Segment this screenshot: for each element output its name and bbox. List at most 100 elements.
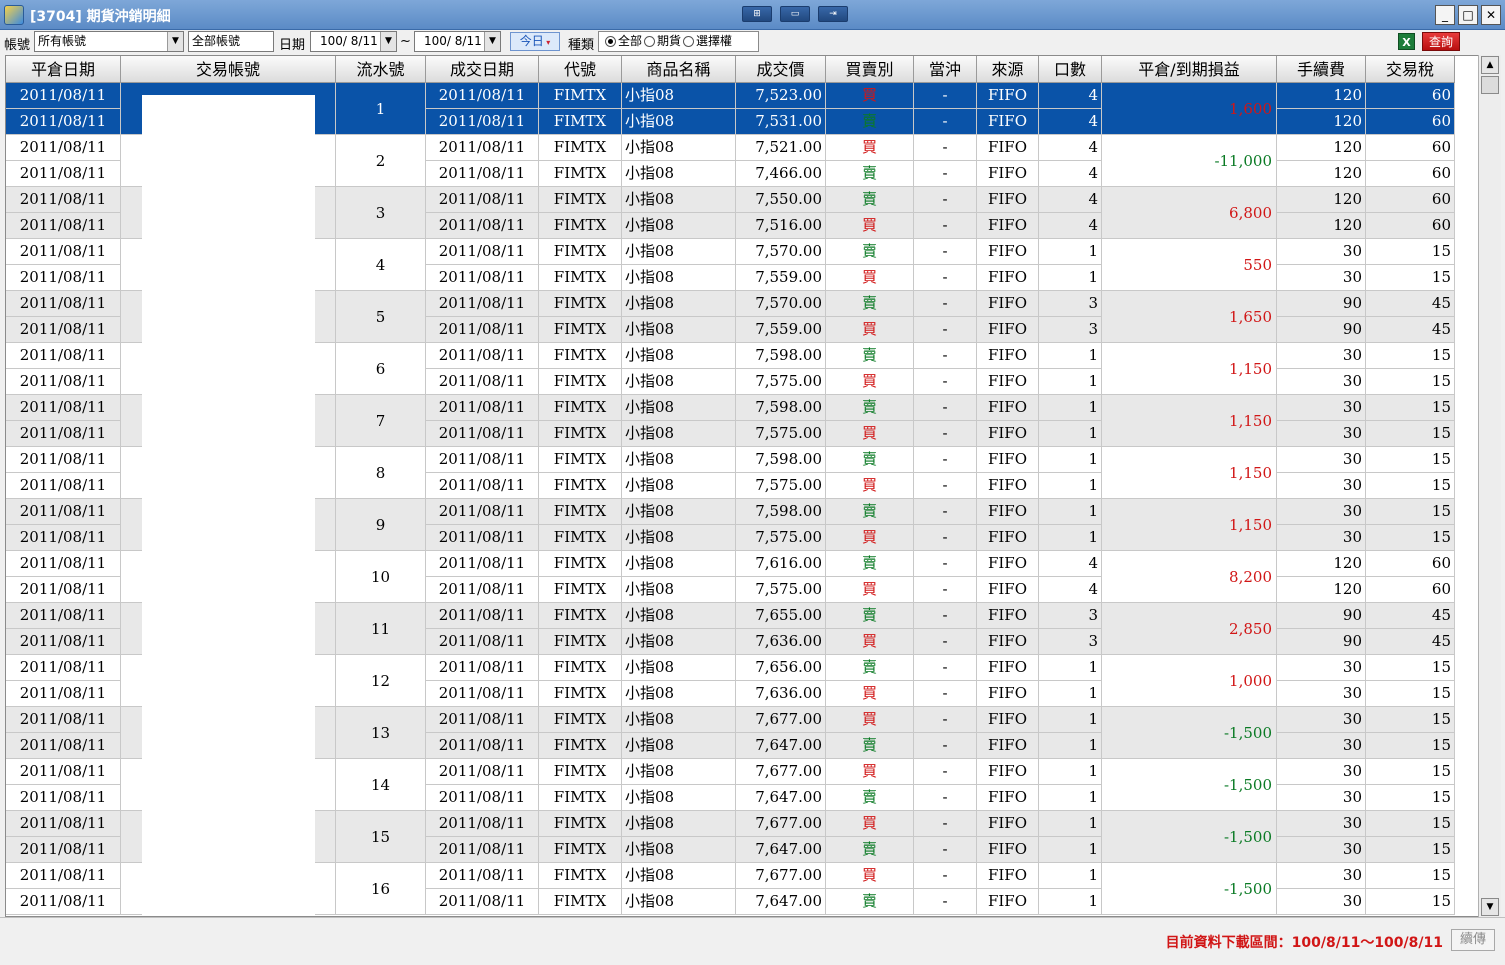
radio-all[interactable] (605, 36, 616, 47)
cell-qty: 4 (1039, 551, 1102, 576)
header-side[interactable]: 買賣別 (826, 56, 914, 83)
link-tool-icon[interactable]: ⇥ (818, 6, 848, 22)
grid-header: 平倉日期 交易帳號 流水號 成交日期 代號 商品名稱 成交價 買賣別 當沖 來源 口數 平倉/到期損益… (6, 56, 1455, 83)
cell-code: FIMTX (539, 603, 622, 628)
download-range-text: 目前資料下載區間：100/8/11～100/8/11 (1165, 935, 1443, 951)
cell-source: FIFO (977, 369, 1039, 394)
today-button[interactable]: 今日 ▾ (510, 32, 560, 51)
cell-source: FIFO (977, 733, 1039, 758)
cell-price: 7,559.00 (736, 317, 826, 342)
cell-code: FIMTX (539, 109, 622, 134)
radio-futures-label[interactable]: 期貨 (657, 32, 681, 51)
cell-price: 7,559.00 (736, 265, 826, 290)
window-tool-icon[interactable]: ▭ (780, 6, 810, 22)
cell-qty: 1 (1039, 473, 1102, 498)
date-to-picker[interactable]: 100/ 8/11 ▼ (414, 31, 501, 52)
cell-daytrade: - (914, 733, 977, 758)
cell-tax: 45 (1366, 317, 1455, 342)
header-close-date[interactable]: 平倉日期 (6, 56, 121, 83)
radio-futures[interactable] (644, 36, 656, 47)
cell-price: 7,677.00 (736, 811, 826, 836)
scroll-thumb[interactable] (1481, 76, 1499, 94)
cell-close-date: 2011/08/11 (6, 83, 121, 108)
cell-daytrade: - (914, 837, 977, 862)
cell-code: FIMTX (539, 889, 622, 914)
scroll-down-icon[interactable]: ▼ (1481, 898, 1499, 916)
cell-side: 買 (826, 707, 914, 732)
cell-name: 小指08 (622, 629, 736, 654)
cell-fee: 30 (1277, 811, 1366, 836)
scroll-up-icon[interactable]: ▲ (1481, 56, 1499, 74)
cell-qty: 1 (1039, 421, 1102, 446)
cell-trade-date: 2011/08/11 (426, 785, 539, 810)
header-name[interactable]: 商品名稱 (622, 56, 736, 83)
cell-qty: 1 (1039, 395, 1102, 420)
cell-name: 小指08 (622, 655, 736, 680)
radio-all-label[interactable]: 全部 (618, 32, 642, 51)
cell-source: FIFO (977, 421, 1039, 446)
cell-source: FIFO (977, 655, 1039, 680)
cell-account (121, 343, 336, 395)
cell-qty: 1 (1039, 343, 1102, 368)
continue-download-button[interactable]: 續傳 (1451, 929, 1495, 951)
cell-close-date: 2011/08/11 (6, 759, 121, 784)
cell-qty: 1 (1039, 239, 1102, 264)
excel-icon[interactable]: X (1398, 33, 1415, 50)
header-daytrade[interactable]: 當沖 (914, 56, 977, 83)
cell-side: 買 (826, 213, 914, 238)
cell-qty: 1 (1039, 759, 1102, 784)
radio-options-label[interactable]: 選擇權 (696, 32, 732, 51)
cell-source: FIFO (977, 707, 1039, 732)
radio-options[interactable] (683, 36, 695, 47)
cell-fee: 120 (1277, 187, 1366, 212)
settlement-grid: 平倉日期 交易帳號 流水號 成交日期 代號 商品名稱 成交價 買賣別 當沖 來源 口數 平倉/到期損益… (5, 55, 1501, 917)
chevron-down-icon[interactable]: ▼ (167, 32, 183, 51)
cell-tax: 15 (1366, 421, 1455, 446)
account-redaction (142, 95, 315, 135)
cell-name: 小指08 (622, 499, 736, 524)
maximize-button[interactable]: □ (1458, 5, 1478, 25)
account-redaction (142, 759, 315, 811)
account-select[interactable]: 所有帳號 ▼ (34, 31, 184, 52)
cell-serial: 14 (336, 759, 426, 811)
cell-daytrade: - (914, 343, 977, 368)
cell-close-date: 2011/08/11 (6, 551, 121, 576)
cell-side: 買 (826, 421, 914, 446)
cell-qty: 1 (1039, 525, 1102, 550)
header-account[interactable]: 交易帳號 (121, 56, 336, 83)
header-qty[interactable]: 口數 (1039, 56, 1102, 83)
cell-serial: 13 (336, 707, 426, 759)
cell-serial: 1 (336, 83, 426, 135)
header-source[interactable]: 來源 (977, 56, 1039, 83)
vertical-scrollbar[interactable]: ▲ ▼ (1478, 55, 1501, 917)
header-price[interactable]: 成交價 (736, 56, 826, 83)
account-name-field[interactable]: 全部帳號 (188, 31, 274, 52)
close-button[interactable]: ✕ (1481, 5, 1501, 25)
header-code[interactable]: 代號 (539, 56, 622, 83)
cell-close-date: 2011/08/11 (6, 889, 121, 914)
chevron-down-icon[interactable]: ▼ (380, 32, 396, 51)
header-fee[interactable]: 手續費 (1277, 56, 1366, 83)
query-button[interactable]: 查詢 (1422, 32, 1460, 51)
cell-daytrade: - (914, 265, 977, 290)
header-serial[interactable]: 流水號 (336, 56, 426, 83)
header-tax[interactable]: 交易稅 (1366, 56, 1455, 83)
cell-source: FIFO (977, 317, 1039, 342)
cell-pnl: 1,150 (1102, 499, 1277, 551)
header-pnl[interactable]: 平倉/到期損益 (1102, 56, 1277, 83)
date-from-picker[interactable]: 100/ 8/11 ▼ (310, 31, 397, 52)
cell-serial: 7 (336, 395, 426, 447)
cell-name: 小指08 (622, 161, 736, 186)
cell-price: 7,570.00 (736, 239, 826, 264)
cell-pnl: 1,150 (1102, 447, 1277, 499)
cell-price: 7,521.00 (736, 135, 826, 160)
layout-tool-icon[interactable]: ⊞ (742, 6, 772, 22)
cell-source: FIFO (977, 603, 1039, 628)
chevron-down-icon[interactable]: ▼ (484, 32, 500, 51)
cell-fee: 30 (1277, 837, 1366, 862)
header-trade-date[interactable]: 成交日期 (426, 56, 539, 83)
cell-side: 賣 (826, 603, 914, 628)
minimize-button[interactable]: _ (1435, 5, 1455, 25)
cell-daytrade: - (914, 473, 977, 498)
cell-name: 小指08 (622, 473, 736, 498)
